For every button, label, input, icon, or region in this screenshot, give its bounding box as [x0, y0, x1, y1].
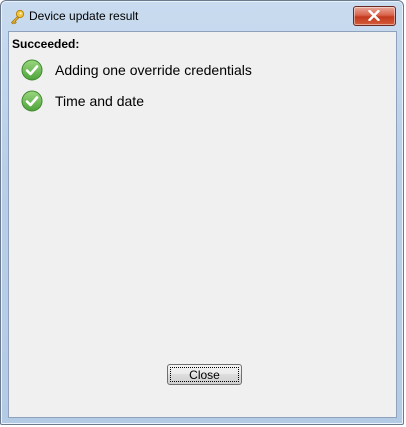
- dialog-title: Device update result: [29, 9, 139, 23]
- check-circle-icon: [21, 90, 43, 112]
- result-item-label: Adding one override credentials: [55, 62, 252, 78]
- title-bar[interactable]: Device update result: [1, 1, 403, 31]
- dialog-window: Device update result Succeeded: Adding o…: [0, 0, 404, 425]
- window-close-button[interactable]: [353, 6, 396, 26]
- close-x-icon: [368, 10, 380, 21]
- key-icon: [9, 9, 25, 25]
- result-item-label: Time and date: [55, 93, 144, 109]
- close-button-label: Close: [170, 367, 239, 382]
- check-circle-icon: [21, 59, 43, 81]
- succeeded-heading: Succeeded:: [12, 37, 80, 51]
- dialog-content: [8, 31, 397, 418]
- close-button[interactable]: Close: [167, 364, 242, 385]
